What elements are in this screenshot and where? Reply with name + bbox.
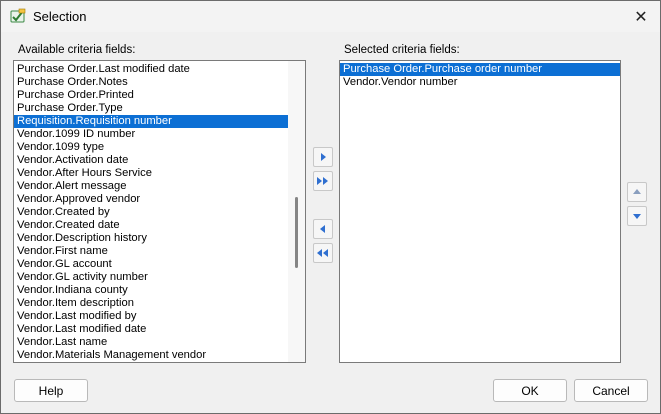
add-all-button[interactable]	[313, 171, 333, 191]
ok-button[interactable]: OK	[493, 379, 567, 402]
app-icon	[10, 8, 26, 24]
cancel-button[interactable]: Cancel	[574, 379, 648, 402]
list-item[interactable]: Vendor.Materials Management vendor	[14, 349, 305, 362]
list-item[interactable]: Vendor.1099 ID number	[14, 128, 305, 141]
selected-fields-list[interactable]: Purchase Order.Purchase order number Vend…	[339, 60, 621, 363]
selection-dialog: Selection ✕ Available criteria fields: S…	[0, 0, 661, 414]
close-icon[interactable]: ✕	[631, 7, 651, 27]
list-item[interactable]: Vendor.First name	[14, 245, 305, 258]
list-item[interactable]: Vendor.Alert message	[14, 180, 305, 193]
list-item[interactable]: Requisition.Requisition number	[14, 115, 305, 128]
window-title: Selection	[33, 9, 87, 24]
remove-button[interactable]	[313, 219, 333, 239]
list-item[interactable]: Vendor.Activation date	[14, 154, 305, 167]
list-item[interactable]: Purchase Order.Notes	[14, 76, 305, 89]
add-button[interactable]	[313, 147, 333, 167]
list-item[interactable]: Vendor.Created date	[14, 219, 305, 232]
list-item[interactable]: Vendor.Last name	[14, 336, 305, 349]
list-item[interactable]: Vendor.Created by	[14, 206, 305, 219]
list-item[interactable]: Purchase Order.Purchase order number	[340, 63, 620, 76]
move-up-button[interactable]	[627, 182, 647, 202]
list-item[interactable]: Vendor.Approved vendor	[14, 193, 305, 206]
list-item[interactable]: Purchase Order.Type	[14, 102, 305, 115]
list-item[interactable]: Vendor.Indiana county	[14, 284, 305, 297]
list-item[interactable]: Vendor.Last modified by	[14, 310, 305, 323]
list-item[interactable]: Vendor.After Hours Service	[14, 167, 305, 180]
list-item[interactable]: Vendor.GL account	[14, 258, 305, 271]
chevron-left-icon	[320, 225, 325, 233]
list-item[interactable]: Purchase Order.Printed	[14, 89, 305, 102]
list-item[interactable]: Purchase Order.Last modified date	[14, 63, 305, 76]
available-list-scrollbar[interactable]	[288, 61, 305, 362]
move-down-button[interactable]	[627, 206, 647, 226]
chevron-down-icon	[633, 214, 641, 219]
list-item[interactable]: Vendor.Item description	[14, 297, 305, 310]
list-item[interactable]: Vendor.1099 type	[14, 141, 305, 154]
scrollbar-thumb[interactable]	[295, 197, 298, 268]
available-fields-list[interactable]: Purchase Order.Last modified date Purchas…	[13, 60, 306, 363]
chevron-up-icon	[633, 189, 641, 194]
title-bar: Selection ✕	[1, 1, 660, 32]
list-item[interactable]: Vendor.Description history	[14, 232, 305, 245]
remove-all-button[interactable]	[313, 243, 333, 263]
selected-fields-label: Selected criteria fields:	[344, 44, 460, 56]
available-fields-label: Available criteria fields:	[18, 44, 136, 56]
chevron-right-icon	[321, 153, 326, 161]
double-chevron-right-icon	[317, 177, 328, 185]
list-item[interactable]: Vendor.Vendor number	[340, 76, 620, 89]
double-chevron-left-icon	[317, 249, 328, 257]
list-item[interactable]: Vendor.GL activity number	[14, 271, 305, 284]
help-button[interactable]: Help	[14, 379, 88, 402]
list-item[interactable]: Vendor.Last modified date	[14, 323, 305, 336]
